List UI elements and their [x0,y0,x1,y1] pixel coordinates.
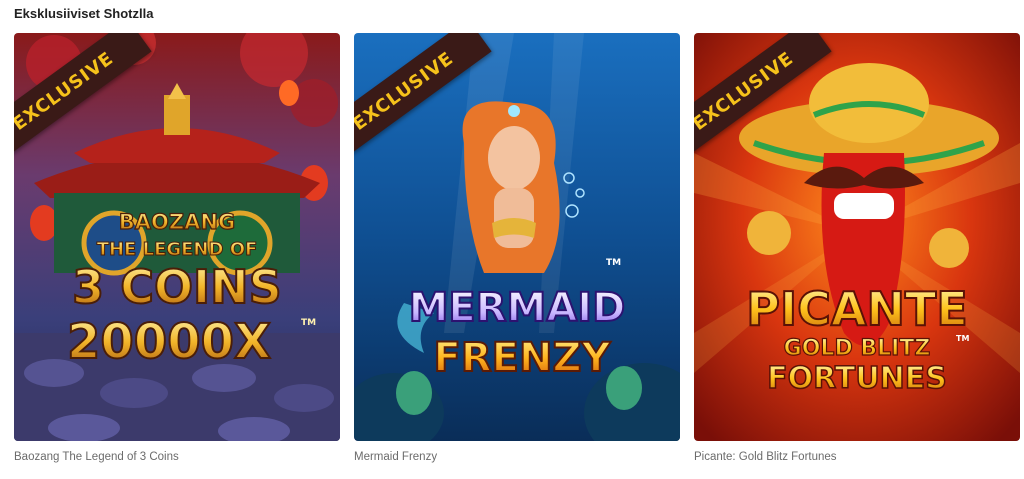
art-text: FRENZY [434,335,612,381]
game-thumbnail[interactable]: MERMAID FRENZY TM EXCLUSIVE [354,33,680,441]
art-text: FORTUNES [767,361,947,396]
game-title[interactable]: Picante: Gold Blitz Fortunes [694,451,1020,463]
section-title: Eksklusiiviset Shotzlla [14,6,154,21]
art-text: BAOZANG [119,210,235,234]
game-card-mermaid-frenzy[interactable]: MERMAID FRENZY TM EXCLUSIVE Mermaid Fren… [354,33,680,463]
art-text: GOLD BLITZ [784,336,931,361]
art-text: MERMAID [409,285,626,331]
game-title[interactable]: Mermaid Frenzy [354,451,680,463]
art-text: TM [301,318,316,328]
game-thumbnail[interactable]: BAOZANG THE LEGEND OF 3 COINS 20000X TM … [14,33,340,441]
game-card-list: BAOZANG THE LEGEND OF 3 COINS 20000X TM … [14,33,1020,463]
game-card-baozang[interactable]: BAOZANG THE LEGEND OF 3 COINS 20000X TM … [14,33,340,463]
art-text: TM [606,258,621,268]
art-text: 3 COINS [72,260,282,314]
game-thumbnail[interactable]: PICANTE GOLD BLITZ FORTUNES TM EXCLUSIVE [694,33,1020,441]
game-title[interactable]: Baozang The Legend of 3 Coins [14,451,340,463]
art-text: THE LEGEND OF [97,239,258,260]
game-card-picante[interactable]: PICANTE GOLD BLITZ FORTUNES TM EXCLUSIVE… [694,33,1020,463]
art-text: PICANTE [746,282,968,336]
art-text: TM [956,334,969,343]
art-text: 20000X [67,314,271,370]
